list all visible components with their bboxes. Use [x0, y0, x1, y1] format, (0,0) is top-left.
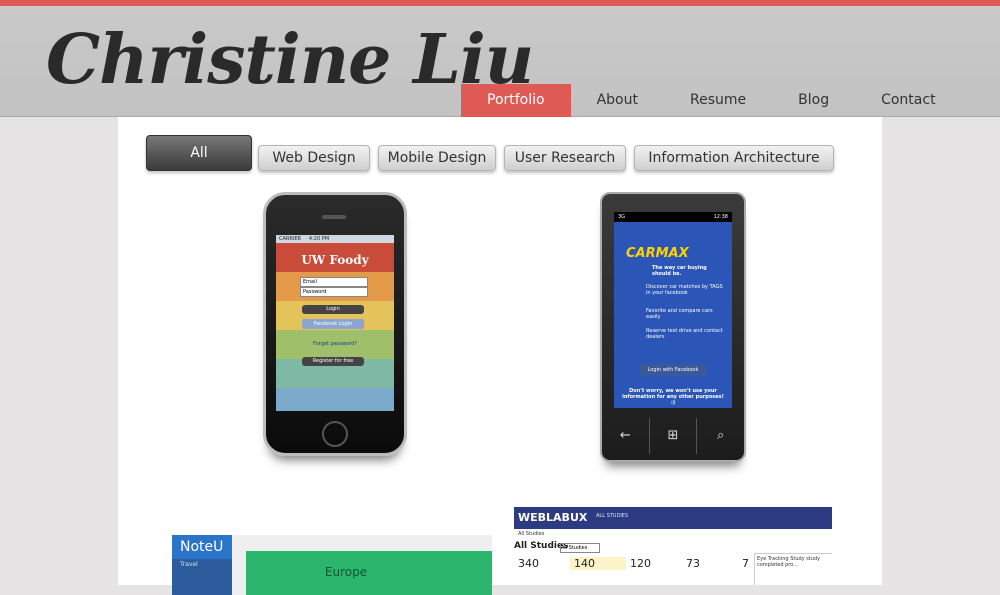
nav-item-about[interactable]: About [571, 84, 664, 117]
nav-item-portfolio[interactable]: Portfolio [461, 84, 571, 124]
noteu-main-panel: Europe [246, 551, 492, 595]
status-time: 4:20 PM [308, 236, 330, 242]
feature-text: Favorite and compare cars easily [646, 308, 713, 320]
weblabux-header: WEBLABUX [514, 507, 832, 529]
facebook-login-button: Facebook Login [302, 319, 364, 329]
stat-value: 73 [686, 557, 700, 570]
carrier-label: CARRIER [279, 236, 301, 242]
filter-mobile-design-button[interactable]: Mobile Design [378, 145, 496, 171]
uw-foody-thumbnail[interactable]: CARRIER 4:20 PM UW Foody Email Password … [263, 192, 407, 456]
noteu-menu-item: Travel [180, 561, 198, 568]
noteu-sidebar: NoteU Travel [172, 535, 232, 595]
stat-value: 340 [518, 557, 539, 570]
windows-logo-icon: ⊞ [648, 418, 697, 454]
phone-speaker [322, 215, 346, 219]
search-icon: ⌕ [696, 418, 744, 454]
noteu-main-title: Europe [324, 565, 368, 579]
login-button: Login [302, 305, 364, 314]
weblabux-brand: WEBLABUX [518, 511, 588, 524]
privacy-note: Don't worry, we won't use your informati… [622, 388, 724, 406]
hardware-keys: ← ⊞ ⌕ [602, 418, 744, 454]
nav-item-contact[interactable]: Contact [855, 84, 961, 117]
filter-information-architecture-button[interactable]: Information Architecture [634, 145, 834, 171]
feature-text: Discover car matches by TAGS in your fac… [646, 284, 723, 296]
weblabux-side-panel: Eye Tracking Study study completed pro..… [754, 553, 832, 585]
carmax-logo: CARMAX [626, 246, 689, 261]
weblabux-breadcrumb: All Studies [518, 531, 545, 537]
noteu-brand: NoteU [172, 535, 232, 559]
register-button: Register for free [302, 357, 364, 366]
carmax-tagline: The way car buying should be. [652, 265, 707, 277]
app-title: UW Foody [301, 253, 369, 267]
password-field: Password [300, 287, 368, 297]
home-button-icon [322, 421, 348, 447]
status-bar: 3G 12:38 [614, 212, 732, 222]
carmax-screen: 3G 12:38 CARMAX The way car buying shoul… [614, 212, 732, 408]
uw-foody-screen: CARRIER 4:20 PM UW Foody Email Password … [276, 235, 394, 411]
weblabux-thumbnail[interactable]: WEBLABUX ALL STUDIES All Studies All Stu… [514, 507, 832, 585]
back-arrow-icon: ← [619, 428, 631, 443]
weblabux-tab: ALL STUDIES [596, 513, 629, 519]
noteu-thumbnail[interactable]: NoteU Travel Europe [172, 535, 492, 595]
status-bar: CARRIER 4:20 PM [276, 235, 394, 243]
portfolio-content: All Web Design Mobile Design User Resear… [118, 117, 882, 595]
nav-item-resume[interactable]: Resume [664, 84, 772, 117]
weblabux-stats: 340 140 120 73 7 [514, 557, 794, 570]
nav-item-blog[interactable]: Blog [772, 84, 855, 117]
status-time: 12:38 [713, 214, 728, 220]
signal-label: 3G [618, 214, 626, 220]
main-nav: Portfolio About Resume Blog Contact [461, 84, 962, 124]
filter-web-design-button[interactable]: Web Design [258, 145, 370, 171]
facebook-login-button: Login with Facebook [640, 364, 706, 376]
feature-text: Reserve test drive and contact dealers [646, 328, 723, 340]
stat-value: 140 [570, 557, 626, 570]
filter-user-research-button[interactable]: User Research [504, 145, 626, 171]
email-field: Email [300, 277, 368, 287]
weblabux-select: All Studies [560, 543, 600, 553]
stat-value: 120 [630, 557, 651, 570]
filter-all-button[interactable]: All [146, 135, 252, 171]
forgot-password-link: Forget password? [313, 341, 357, 347]
carmax-thumbnail[interactable]: 3G 12:38 CARMAX The way car buying shoul… [600, 192, 746, 462]
